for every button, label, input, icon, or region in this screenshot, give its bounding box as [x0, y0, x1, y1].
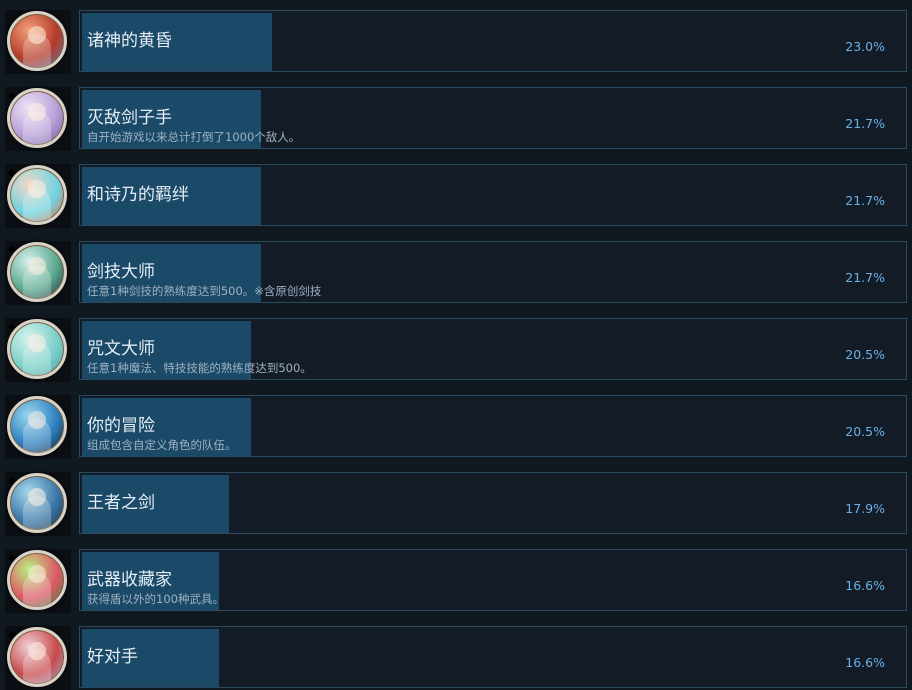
unlock-percentage: 21.7% — [845, 193, 885, 208]
achievement-panel: 你的冒险 组成包含自定义角色的队伍。 20.5% — [79, 395, 907, 457]
achievement-row[interactable]: ✦ 和诗乃的羁绊 21.7% — [0, 162, 912, 228]
achievement-badge-icon — [7, 165, 67, 225]
unlock-percentage: 21.7% — [845, 116, 885, 131]
achievement-icon-frame: ✦ — [5, 395, 71, 459]
achievement-row[interactable]: ✦ 诸神的黄昏 23.0% — [0, 8, 912, 74]
achievement-description: 获得盾以外的100种武具。 — [87, 592, 224, 606]
unlock-percentage: 17.9% — [845, 501, 885, 516]
achievement-title: 和诗乃的羁绊 — [87, 185, 189, 205]
achievement-icon-frame: ✦ — [5, 10, 71, 74]
character-head — [28, 411, 46, 429]
character-head — [28, 642, 46, 660]
achievement-icon-frame: ✦ — [5, 241, 71, 305]
unlock-percentage: 23.0% — [845, 39, 885, 54]
achievement-panel: 好对手 16.6% — [79, 626, 907, 688]
achievement-title: 咒文大师 — [87, 339, 155, 359]
achievement-panel: 剑技大师 任意1种剑技的熟练度达到500。※含原创剑技 21.7% — [79, 241, 907, 303]
achievement-panel: 诸神的黄昏 23.0% — [79, 10, 907, 72]
unlock-percentage: 21.7% — [845, 270, 885, 285]
character-head — [28, 334, 46, 352]
achievement-description: 自开始游戏以来总计打倒了1000个敌人。 — [87, 130, 301, 144]
achievement-icon-frame: ✦ — [5, 164, 71, 228]
achievement-badge-icon — [7, 319, 67, 379]
character-head — [28, 103, 46, 121]
achievement-row[interactable]: ✦ 剑技大师 任意1种剑技的熟练度达到500。※含原创剑技 21.7% — [0, 239, 912, 305]
achievement-panel: 咒文大师 任意1种魔法、特技技能的熟练度达到500。 20.5% — [79, 318, 907, 380]
character-head — [28, 180, 46, 198]
achievement-icon-frame: ✦ — [5, 626, 71, 690]
character-head — [28, 565, 46, 583]
achievement-icon-frame: ✦ — [5, 318, 71, 382]
achievement-panel: 灭敌剑子手 自开始游戏以来总计打倒了1000个敌人。 21.7% — [79, 87, 907, 149]
achievement-title: 你的冒险 — [87, 416, 155, 436]
character-head — [28, 488, 46, 506]
achievement-panel: 王者之剑 17.9% — [79, 472, 907, 534]
achievement-description: 任意1种剑技的熟练度达到500。※含原创剑技 — [87, 284, 322, 298]
achievement-row[interactable]: ✦ 王者之剑 17.9% — [0, 470, 912, 536]
achievement-badge-icon — [7, 11, 67, 71]
achievement-row[interactable]: ✦ 好对手 16.6% — [0, 624, 912, 690]
achievement-row[interactable]: ✦ 灭敌剑子手 自开始游戏以来总计打倒了1000个敌人。 21.7% — [0, 85, 912, 151]
achievement-title: 王者之剑 — [87, 493, 155, 513]
achievement-panel: 和诗乃的羁绊 21.7% — [79, 164, 907, 226]
achievement-badge-icon — [7, 627, 67, 687]
unlock-percentage: 20.5% — [845, 347, 885, 362]
achievement-title: 灭敌剑子手 — [87, 108, 172, 128]
achievement-title: 武器收藏家 — [87, 570, 172, 590]
achievement-badge-icon — [7, 396, 67, 456]
unlock-percentage: 16.6% — [845, 578, 885, 593]
achievement-description: 任意1种魔法、特技技能的熟练度达到500。 — [87, 361, 312, 375]
achievement-icon-frame: ✦ — [5, 87, 71, 151]
achievement-icon-frame: ✦ — [5, 472, 71, 536]
character-head — [28, 26, 46, 44]
achievement-icon-frame: ✦ — [5, 549, 71, 613]
achievement-panel: 武器收藏家 获得盾以外的100种武具。 16.6% — [79, 549, 907, 611]
character-head — [28, 257, 46, 275]
achievement-title: 好对手 — [87, 647, 138, 667]
achievement-list: ✦ 诸神的黄昏 23.0% ✦ 灭敌剑子手 自开始游戏以来总计打倒了1000个敌… — [0, 0, 912, 690]
achievement-badge-icon — [7, 550, 67, 610]
achievement-badge-icon — [7, 473, 67, 533]
achievement-description: 组成包含自定义角色的队伍。 — [87, 438, 237, 452]
achievement-title: 剑技大师 — [87, 262, 155, 282]
achievement-row[interactable]: ✦ 咒文大师 任意1种魔法、特技技能的熟练度达到500。 20.5% — [0, 316, 912, 382]
achievement-badge-icon — [7, 242, 67, 302]
achievement-badge-icon — [7, 88, 67, 148]
achievement-row[interactable]: ✦ 你的冒险 组成包含自定义角色的队伍。 20.5% — [0, 393, 912, 459]
achievement-title: 诸神的黄昏 — [87, 31, 172, 51]
achievement-row[interactable]: ✦ 武器收藏家 获得盾以外的100种武具。 16.6% — [0, 547, 912, 613]
unlock-percentage: 20.5% — [845, 424, 885, 439]
unlock-percentage: 16.6% — [845, 655, 885, 670]
